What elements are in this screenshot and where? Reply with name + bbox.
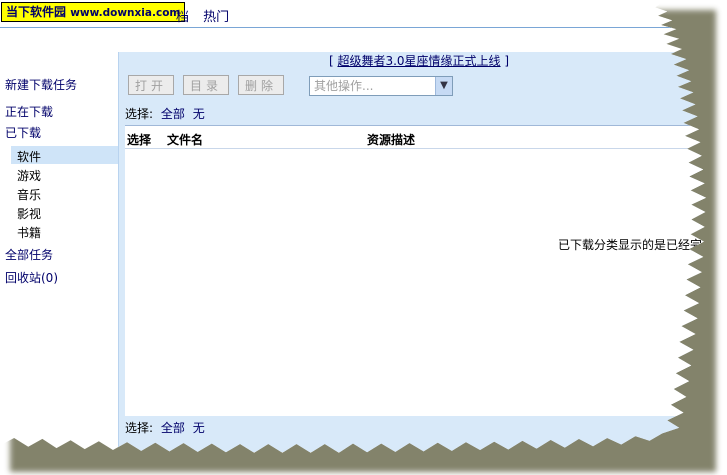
category-books[interactable]: 书籍 bbox=[17, 224, 41, 241]
nav-item-doc[interactable]: 档 bbox=[176, 10, 189, 25]
banner-bracket-close: ] bbox=[504, 54, 510, 68]
column-select[interactable]: 选择 bbox=[127, 131, 151, 148]
sidebar-item-new-task[interactable]: 新建下载任务 bbox=[5, 76, 77, 93]
file-list: 选择 文件名 资源描述 已下载分类显示的是已经完 bbox=[125, 125, 706, 416]
toolbar: 打开 目录 删除 其他操作... ▼ bbox=[119, 72, 706, 98]
selection-row-bottom: 选择: 全部 无 bbox=[125, 419, 205, 436]
main-panel: [ 超级舞者3.0星座情缘正式上线 ] 打开 目录 删除 其他操作... ▼ 选… bbox=[118, 52, 706, 452]
logo-url: www.downxia.com bbox=[70, 7, 181, 19]
list-header: 选择 文件名 资源描述 bbox=[125, 126, 706, 149]
top-nav: 档 热门 bbox=[176, 6, 239, 25]
open-button[interactable]: 打开 bbox=[128, 75, 174, 95]
logo-text: 当下软件园 bbox=[6, 5, 67, 19]
sidebar-item-all-tasks[interactable]: 全部任务 bbox=[5, 246, 53, 263]
banner-bracket-open: [ bbox=[328, 54, 334, 68]
sidebar-item-downloaded[interactable]: 已下载 bbox=[5, 124, 41, 141]
announcement-link[interactable]: 超级舞者3.0星座情缘正式上线 bbox=[337, 54, 500, 68]
column-description[interactable]: 资源描述 bbox=[367, 131, 415, 148]
directory-button[interactable]: 目录 bbox=[183, 75, 229, 95]
sidebar-item-recycle-bin[interactable]: 回收站(0) bbox=[5, 269, 58, 286]
selection-label-bottom: 选择: bbox=[125, 421, 154, 435]
select-none-link[interactable]: 无 bbox=[193, 107, 205, 121]
other-operations-select[interactable]: 其他操作... ▼ bbox=[309, 76, 453, 96]
chevron-down-icon[interactable]: ▼ bbox=[435, 77, 452, 95]
select-none-link-bottom[interactable]: 无 bbox=[193, 421, 205, 435]
select-all-link-bottom[interactable]: 全部 bbox=[161, 421, 185, 435]
category-music[interactable]: 音乐 bbox=[17, 186, 41, 203]
category-games[interactable]: 游戏 bbox=[17, 167, 41, 184]
delete-button[interactable]: 删除 bbox=[238, 75, 284, 95]
announcement-banner: [ 超级舞者3.0星座情缘正式上线 ] bbox=[119, 52, 706, 70]
app-window: 当下软件园 www.downxia.com 档 热门 新建下载任务 正在下载 已… bbox=[0, 0, 706, 453]
other-operations-value: 其他操作... bbox=[314, 79, 374, 93]
category-video[interactable]: 影视 bbox=[17, 205, 41, 222]
selection-row-top: 选择: 全部 无 bbox=[125, 105, 205, 122]
top-bar: 当下软件园 www.downxia.com 档 热门 bbox=[0, 0, 706, 28]
nav-item-hot[interactable]: 热门 bbox=[203, 10, 229, 25]
select-all-link[interactable]: 全部 bbox=[161, 107, 185, 121]
selection-label: 选择: bbox=[125, 107, 154, 121]
empty-notice: 已下载分类显示的是已经完 bbox=[558, 238, 703, 252]
sidebar-item-downloading[interactable]: 正在下载 bbox=[5, 103, 53, 120]
site-logo: 当下软件园 www.downxia.com bbox=[1, 2, 186, 22]
category-software[interactable]: 软件 bbox=[17, 148, 41, 165]
column-filename[interactable]: 文件名 bbox=[167, 131, 203, 148]
